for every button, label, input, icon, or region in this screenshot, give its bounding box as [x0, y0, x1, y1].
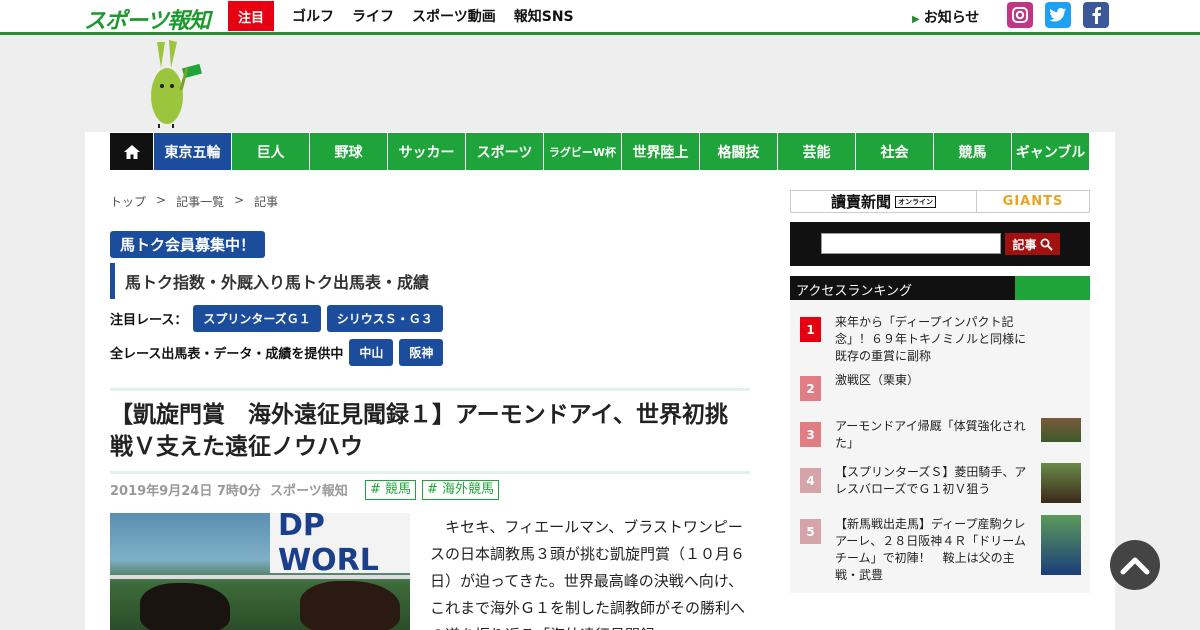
- article-tags: # 競馬 # 海外競馬: [365, 480, 500, 500]
- ranking-text: アーモンドアイ帰厩「体質強化された」: [835, 419, 1026, 450]
- ranking-number: 5: [800, 519, 821, 544]
- umatoku-badge[interactable]: 馬トク会員募集中！: [110, 231, 266, 258]
- ranking-number: 1: [800, 317, 821, 342]
- yomiuri-online-link[interactable]: 讀賣新聞 オンライン: [791, 191, 977, 212]
- ranking-text: 【新馬戦出走馬】ディープ産駒クレアーレ、２８日阪神４Ｒ「ドリームチーム」で初陣！…: [835, 517, 1026, 582]
- umatoku-subtitle[interactable]: 馬トク指数・外厩入り馬トク出馬表・成績: [110, 263, 429, 299]
- home-icon[interactable]: [110, 133, 153, 170]
- ranking-text: 激戦区（栗東）: [835, 373, 920, 387]
- search-button-label: 記事: [1012, 237, 1037, 252]
- search-input[interactable]: [821, 233, 1001, 254]
- notice-label: お知らせ: [923, 10, 980, 26]
- featured-races-row: 注目レース： スプリンターズＧ１ シリウスＳ・Ｇ３: [110, 305, 443, 332]
- breadcrumb-top[interactable]: トップ: [110, 193, 146, 210]
- all-races-label: 全レース出馬表・データ・成績を提供中: [110, 347, 344, 362]
- giants-link[interactable]: GIANTS: [977, 191, 1089, 212]
- photo-horse: [140, 583, 230, 630]
- search-area: 記事: [790, 222, 1090, 266]
- category-giants[interactable]: 巨人: [231, 133, 309, 170]
- ranking-header: アクセスランキング: [790, 276, 1090, 300]
- race-chip-sirius[interactable]: シリウスＳ・Ｇ３: [326, 305, 443, 332]
- photo-rail: [110, 575, 410, 579]
- nav-highlight[interactable]: 注目: [228, 1, 274, 31]
- search-icon: [1040, 238, 1053, 251]
- top-nav-golf[interactable]: ゴルフ: [292, 6, 334, 26]
- category-martial-arts[interactable]: 格闘技: [699, 133, 777, 170]
- all-races-row: 全レース出馬表・データ・成績を提供中 中山 阪神: [110, 339, 444, 366]
- category-nav: 東京五輪 巨人 野球 サッカー スポーツ ラグビーW杯 世界陸上 格闘技 芸能 …: [110, 133, 1089, 170]
- photo-banner-text: DP WORL: [270, 513, 410, 573]
- ranking-number: 3: [800, 422, 821, 447]
- triangle-right-icon: ▶: [912, 14, 920, 25]
- top-nav-sns[interactable]: 報知SNS: [514, 6, 574, 26]
- article-title: 【凱旋門賞 海外遠征見聞録１】アーモンドアイ、世界初挑戦Ｖ支えた遠征ノウハウ: [110, 402, 729, 460]
- site-logo[interactable]: スポーツ報知: [84, 3, 211, 35]
- breadcrumb-separator: >: [156, 193, 167, 207]
- category-soccer[interactable]: サッカー: [387, 133, 465, 170]
- facebook-icon[interactable]: [1083, 2, 1109, 28]
- back-to-top-button[interactable]: [1110, 540, 1160, 590]
- mascot-character: [145, 38, 205, 130]
- tag-overseas-keiba[interactable]: # 海外競馬: [422, 480, 500, 500]
- partner-banner: 讀賣新聞 オンライン GIANTS: [790, 190, 1090, 213]
- article-header: 【凱旋門賞 海外遠征見聞録１】アーモンドアイ、世界初挑戦Ｖ支えた遠征ノウハウ: [110, 388, 750, 474]
- ranking-text: 【スプリンターズＳ】菱田騎手、アレスバローズでＧ１初Ｖ狙う: [835, 465, 1027, 496]
- breadcrumb-current: 記事: [254, 195, 279, 209]
- category-tokyo-olympics[interactable]: 東京五輪: [153, 133, 231, 170]
- category-rugby-wc[interactable]: ラグビーW杯: [543, 133, 621, 170]
- access-ranking: アクセスランキング 1 来年から「ディープインパクト記念」！６９年トキノミノルと…: [790, 276, 1090, 593]
- top-nav-life[interactable]: ライフ: [352, 6, 394, 26]
- category-gambling[interactable]: ギャンブル: [1011, 133, 1089, 170]
- instagram-icon[interactable]: [1007, 2, 1033, 28]
- ranking-text: 来年から「ディープインパクト記念」！６９年トキノミノルと同様に既存の重賞に副称: [835, 315, 1027, 363]
- site-header: スポーツ報知 注目 ゴルフ ライフ スポーツ動画 報知SNS ▶ お知らせ: [0, 0, 1200, 35]
- category-baseball[interactable]: 野球: [309, 133, 387, 170]
- featured-races-label: 注目レース：: [110, 313, 188, 328]
- ranking-title: アクセスランキング: [796, 284, 912, 299]
- category-horse-racing[interactable]: 競馬: [933, 133, 1011, 170]
- article-photo[interactable]: DP WORL: [110, 513, 410, 630]
- breadcrumb-separator: >: [234, 193, 245, 207]
- article-date: 2019年9月24日 7時0分: [110, 484, 261, 499]
- ranking-number: 4: [800, 468, 821, 493]
- search-button[interactable]: 記事: [1005, 233, 1060, 255]
- ranking-header-accent: [1015, 276, 1090, 300]
- category-society[interactable]: 社会: [855, 133, 933, 170]
- breadcrumb-list[interactable]: 記事一覧: [176, 193, 224, 210]
- venue-chip-nakayama[interactable]: 中山: [349, 339, 394, 366]
- photo-horse: [300, 581, 400, 630]
- ranking-thumbnail: [1041, 463, 1081, 503]
- race-chip-sprinters[interactable]: スプリンターズＧ１: [193, 305, 321, 332]
- breadcrumb: トップ > 記事一覧 > 記事: [110, 193, 278, 210]
- yomiuri-label: 讀賣新聞: [830, 193, 891, 211]
- notice-link[interactable]: ▶ お知らせ: [912, 7, 979, 27]
- article-meta: 2019年9月24日 7時0分 スポーツ報知: [110, 480, 348, 499]
- article-source: スポーツ報知: [270, 484, 348, 499]
- ranking-number: 2: [800, 376, 821, 401]
- tag-keiba[interactable]: # 競馬: [365, 480, 417, 500]
- category-entertainment[interactable]: 芸能: [777, 133, 855, 170]
- category-sports[interactable]: スポーツ: [465, 133, 543, 170]
- venue-chip-hanshin[interactable]: 阪神: [399, 339, 444, 366]
- ranking-thumbnail: [1041, 418, 1081, 442]
- chevron-up-icon: [1120, 557, 1150, 575]
- article-body: キセキ、フィエールマン、ブラストワンピースの日本調教馬３頭が挑む凱旋門賞（１０月…: [430, 518, 746, 630]
- category-world-athletics[interactable]: 世界陸上: [621, 133, 699, 170]
- top-nav: ゴルフ ライフ スポーツ動画 報知SNS: [292, 6, 574, 26]
- yomiuri-online-tag: オンライン: [895, 195, 936, 208]
- ranking-thumbnail: [1041, 515, 1081, 575]
- twitter-icon[interactable]: [1045, 2, 1071, 28]
- top-nav-video[interactable]: スポーツ動画: [412, 6, 496, 26]
